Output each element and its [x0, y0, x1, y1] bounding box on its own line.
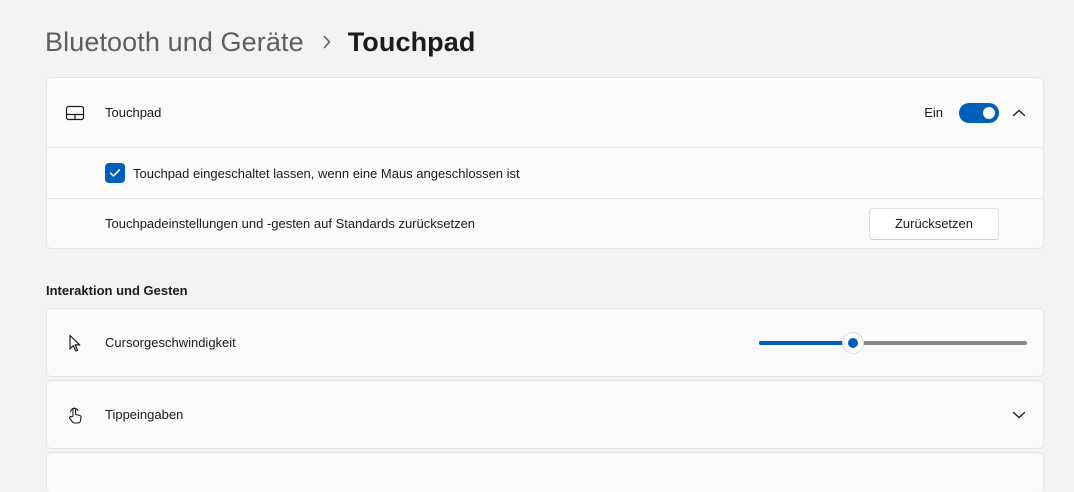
next-setting-card[interactable] — [46, 452, 1044, 492]
slider-thumb-center — [847, 337, 858, 348]
taps-card[interactable]: Tippeingaben — [46, 380, 1044, 449]
tap-gesture-icon — [65, 405, 85, 425]
taps-row[interactable]: Tippeingaben — [47, 381, 1043, 448]
slider-fill — [759, 340, 853, 345]
keep-touchpad-label[interactable]: Touchpad eingeschaltet lassen, wenn eine… — [133, 166, 520, 181]
cursor-speed-slider[interactable] — [759, 332, 1027, 353]
keep-touchpad-row: Touchpad eingeschaltet lassen, wenn eine… — [47, 147, 1043, 198]
slider-thumb[interactable] — [842, 332, 863, 353]
toggle-knob — [983, 106, 995, 119]
keep-touchpad-checkbox[interactable] — [105, 163, 125, 183]
cursor-speed-label: Cursorgeschwindigkeit — [105, 335, 236, 350]
chevron-down-icon[interactable] — [1009, 405, 1029, 425]
touchpad-label: Touchpad — [105, 105, 162, 120]
toggle-state-label: Ein — [924, 105, 943, 120]
breadcrumb: Bluetooth und Geräte Touchpad — [45, 22, 475, 62]
chevron-up-icon[interactable] — [1009, 103, 1029, 123]
cursor-icon — [65, 333, 85, 353]
touchpad-toggle[interactable] — [959, 102, 999, 123]
page-title: Touchpad — [347, 26, 476, 57]
taps-label: Tippeingaben — [105, 407, 184, 422]
cursor-speed-row: Cursorgeschwindigkeit — [47, 309, 1043, 376]
chevron-right-icon — [322, 35, 332, 49]
section-heading-interaction: Interaktion und Gesten — [46, 283, 188, 298]
cursor-speed-card: Cursorgeschwindigkeit — [46, 308, 1044, 377]
touchpad-header-row[interactable]: Touchpad Ein — [47, 78, 1043, 147]
reset-row: Touchpadeinstellungen und -gesten auf St… — [47, 198, 1043, 248]
reset-button[interactable]: Zurücksetzen — [869, 207, 999, 240]
touchpad-icon — [65, 103, 85, 123]
breadcrumb-parent-link[interactable]: Bluetooth und Geräte — [45, 27, 304, 58]
reset-description: Touchpadeinstellungen und -gesten auf St… — [105, 216, 476, 231]
touchpad-card: Touchpad Ein Touchpad eingeschaltet lass… — [46, 77, 1044, 249]
